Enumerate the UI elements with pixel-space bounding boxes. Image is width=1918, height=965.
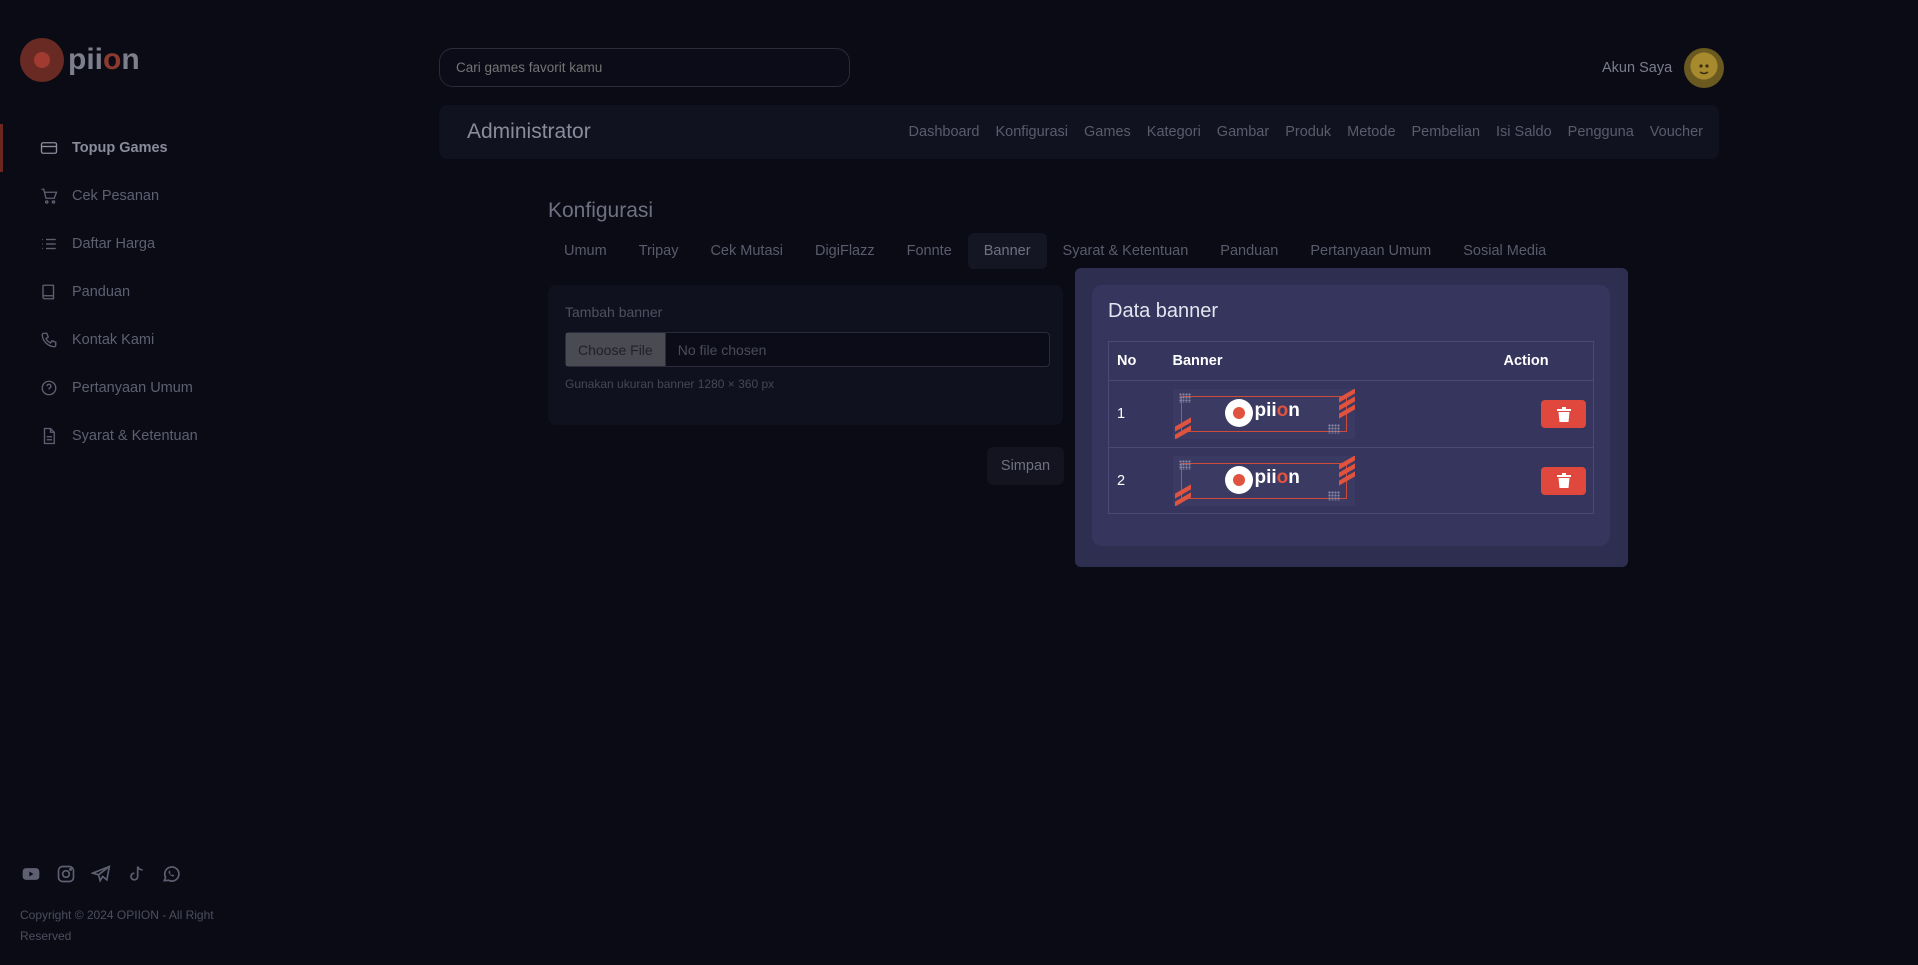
tab-umum[interactable]: Umum <box>548 233 623 269</box>
header-no: No <box>1108 341 1172 381</box>
tab-banner[interactable]: Banner <box>967 233 1047 269</box>
document-icon <box>40 427 58 445</box>
delete-button[interactable] <box>1541 466 1586 495</box>
sidebar-item-kontak-kami[interactable]: Kontak Kami <box>0 316 230 364</box>
page-title: Konfigurasi <box>548 199 654 222</box>
row-number: 2 <box>1117 472 1126 489</box>
action-cell <box>1503 380 1594 448</box>
trash-icon <box>1556 473 1571 488</box>
admin-menu-isi-saldo[interactable]: Isi Saldo <box>1496 124 1552 140</box>
tab-panduan[interactable]: Panduan <box>1204 233 1294 269</box>
tab-pertanyaan-umum[interactable]: Pertanyaan Umum <box>1294 233 1447 269</box>
banner-logo-icon <box>1224 465 1253 494</box>
admin-menu-kategori[interactable]: Kategori <box>1147 124 1201 140</box>
banner-cell: piion <box>1171 380 1504 448</box>
sidebar-item-label: Kontak Kami <box>72 332 155 348</box>
account-label: Akun Saya <box>1602 60 1673 76</box>
avatar[interactable] <box>1684 48 1725 88</box>
upload-hint: Gunakan ukuran banner 1280 × 360 px <box>565 377 775 391</box>
choose-file-button[interactable]: Choose File <box>566 333 666 366</box>
logo[interactable]: piion <box>20 38 140 82</box>
book-icon <box>40 283 58 301</box>
sidebar-item-label: Cek Pesanan <box>72 188 160 204</box>
table-row: 2 piion <box>1109 448 1594 514</box>
banner-cell: piion <box>1172 448 1504 514</box>
banner-brand-text: piion <box>1254 466 1300 488</box>
logo-mark-icon <box>20 38 64 82</box>
banner-image: piion <box>1172 389 1355 439</box>
sidebar-item-label: Panduan <box>72 284 131 300</box>
action-cell <box>1504 448 1594 514</box>
banner-logo-icon <box>1224 399 1253 427</box>
admin-menu-pengguna[interactable]: Pengguna <box>1568 124 1634 140</box>
tab-cek-mutasi[interactable]: Cek Mutasi <box>694 233 799 269</box>
sidebar-item-daftar-harga[interactable]: Daftar Harga <box>0 220 230 268</box>
tab-syarat-ketentuan[interactable]: Syarat & Ketentuan <box>1047 233 1205 269</box>
trash-icon <box>1556 406 1571 422</box>
sidebar-item-cek-pesanan[interactable]: Cek Pesanan <box>0 172 230 220</box>
table-header-row: No Banner Action <box>1108 341 1594 381</box>
table-row: 1 piion <box>1108 380 1594 448</box>
header-action: Action <box>1503 341 1594 381</box>
banner-table: No Banner Action 1 piion 2 piion <box>1108 341 1594 514</box>
sidebar-item-label: Pertanyaan Umum <box>72 380 193 396</box>
instagram-icon[interactable] <box>55 863 77 885</box>
admin-menu-konfigurasi[interactable]: Konfigurasi <box>995 124 1068 140</box>
copyright-text: Copyright © 2024 OPIION - All Right Rese… <box>20 908 214 943</box>
admin-title: Administrator <box>467 120 591 143</box>
whatsapp-icon[interactable] <box>160 863 182 885</box>
save-button[interactable]: Simpan <box>987 447 1064 485</box>
admin-menu-games[interactable]: Games <box>1084 124 1131 140</box>
sidebar-item-label: Topup Games <box>72 140 168 156</box>
logo-text: piion <box>68 43 140 76</box>
youtube-icon[interactable] <box>20 863 42 885</box>
search-input[interactable] <box>439 48 850 87</box>
sidebar-item-panduan[interactable]: Panduan <box>0 268 230 316</box>
admin-menu-dashboard[interactable]: Dashboard <box>909 124 980 140</box>
sidebar-item-topup-games[interactable]: Topup Games <box>0 124 230 172</box>
sidebar-item-label: Daftar Harga <box>72 236 156 252</box>
admin-menu-voucher[interactable]: Voucher <box>1650 124 1703 140</box>
credit-card-icon <box>40 139 58 157</box>
upload-banner-card: Tambah banner Choose File No file chosen… <box>548 285 1063 425</box>
telegram-icon[interactable] <box>90 863 112 885</box>
question-icon <box>40 379 58 397</box>
row-number: 1 <box>1108 380 1172 448</box>
sidebar-nav: Topup Games Cek Pesanan Daftar Harga Pan… <box>0 124 230 460</box>
sidebar: piion Topup Games Cek Pesanan Daftar Har… <box>0 0 230 965</box>
phone-icon <box>40 331 58 349</box>
sidebar-item-label: Syarat & Ketentuan <box>72 428 198 444</box>
admin-menu-produk[interactable]: Produk <box>1285 124 1331 140</box>
header-banner: Banner <box>1171 341 1504 381</box>
banner-data-modal: Data banner No Banner Action 1 piion 2 p… <box>1075 268 1628 567</box>
admin-menu-gambar[interactable]: Gambar <box>1217 124 1269 140</box>
upload-label: Tambah banner <box>565 304 663 320</box>
tab-tripay[interactable]: Tripay <box>623 233 695 269</box>
sidebar-item-pertanyaan-umum[interactable]: Pertanyaan Umum <box>0 364 230 412</box>
banner-image: piion <box>1172 455 1355 506</box>
cart-icon <box>40 187 58 205</box>
admin-menu-metode[interactable]: Metode <box>1347 124 1395 140</box>
tiktok-icon[interactable] <box>125 863 147 885</box>
sidebar-item-syarat-ketentuan[interactable]: Syarat & Ketentuan <box>0 412 230 460</box>
file-input[interactable]: Choose File No file chosen <box>565 332 1050 367</box>
modal-title: Data banner <box>1108 300 1219 322</box>
banner-brand-text: piion <box>1254 400 1300 421</box>
tab-sosial-media[interactable]: Sosial Media <box>1447 233 1562 269</box>
config-tabs: Umum Tripay Cek Mutasi DigiFlazz Fonnte … <box>548 233 1562 269</box>
list-icon <box>40 235 58 253</box>
admin-navbar: Administrator Dashboard Konfigurasi Game… <box>439 105 1719 159</box>
admin-menu-pembelian[interactable]: Pembelian <box>1412 124 1481 140</box>
social-links <box>20 863 182 885</box>
tab-digiflazz[interactable]: DigiFlazz <box>799 233 891 269</box>
admin-menu: Dashboard Konfigurasi Games Kategori Gam… <box>909 124 1703 140</box>
delete-button[interactable] <box>1541 400 1586 428</box>
account-menu[interactable]: Akun Saya <box>1602 48 1725 88</box>
tab-fonnte[interactable]: Fonnte <box>891 233 968 269</box>
banner-data-card: Data banner No Banner Action 1 piion 2 p… <box>1092 285 1610 546</box>
file-name-text: No file chosen <box>677 341 767 358</box>
